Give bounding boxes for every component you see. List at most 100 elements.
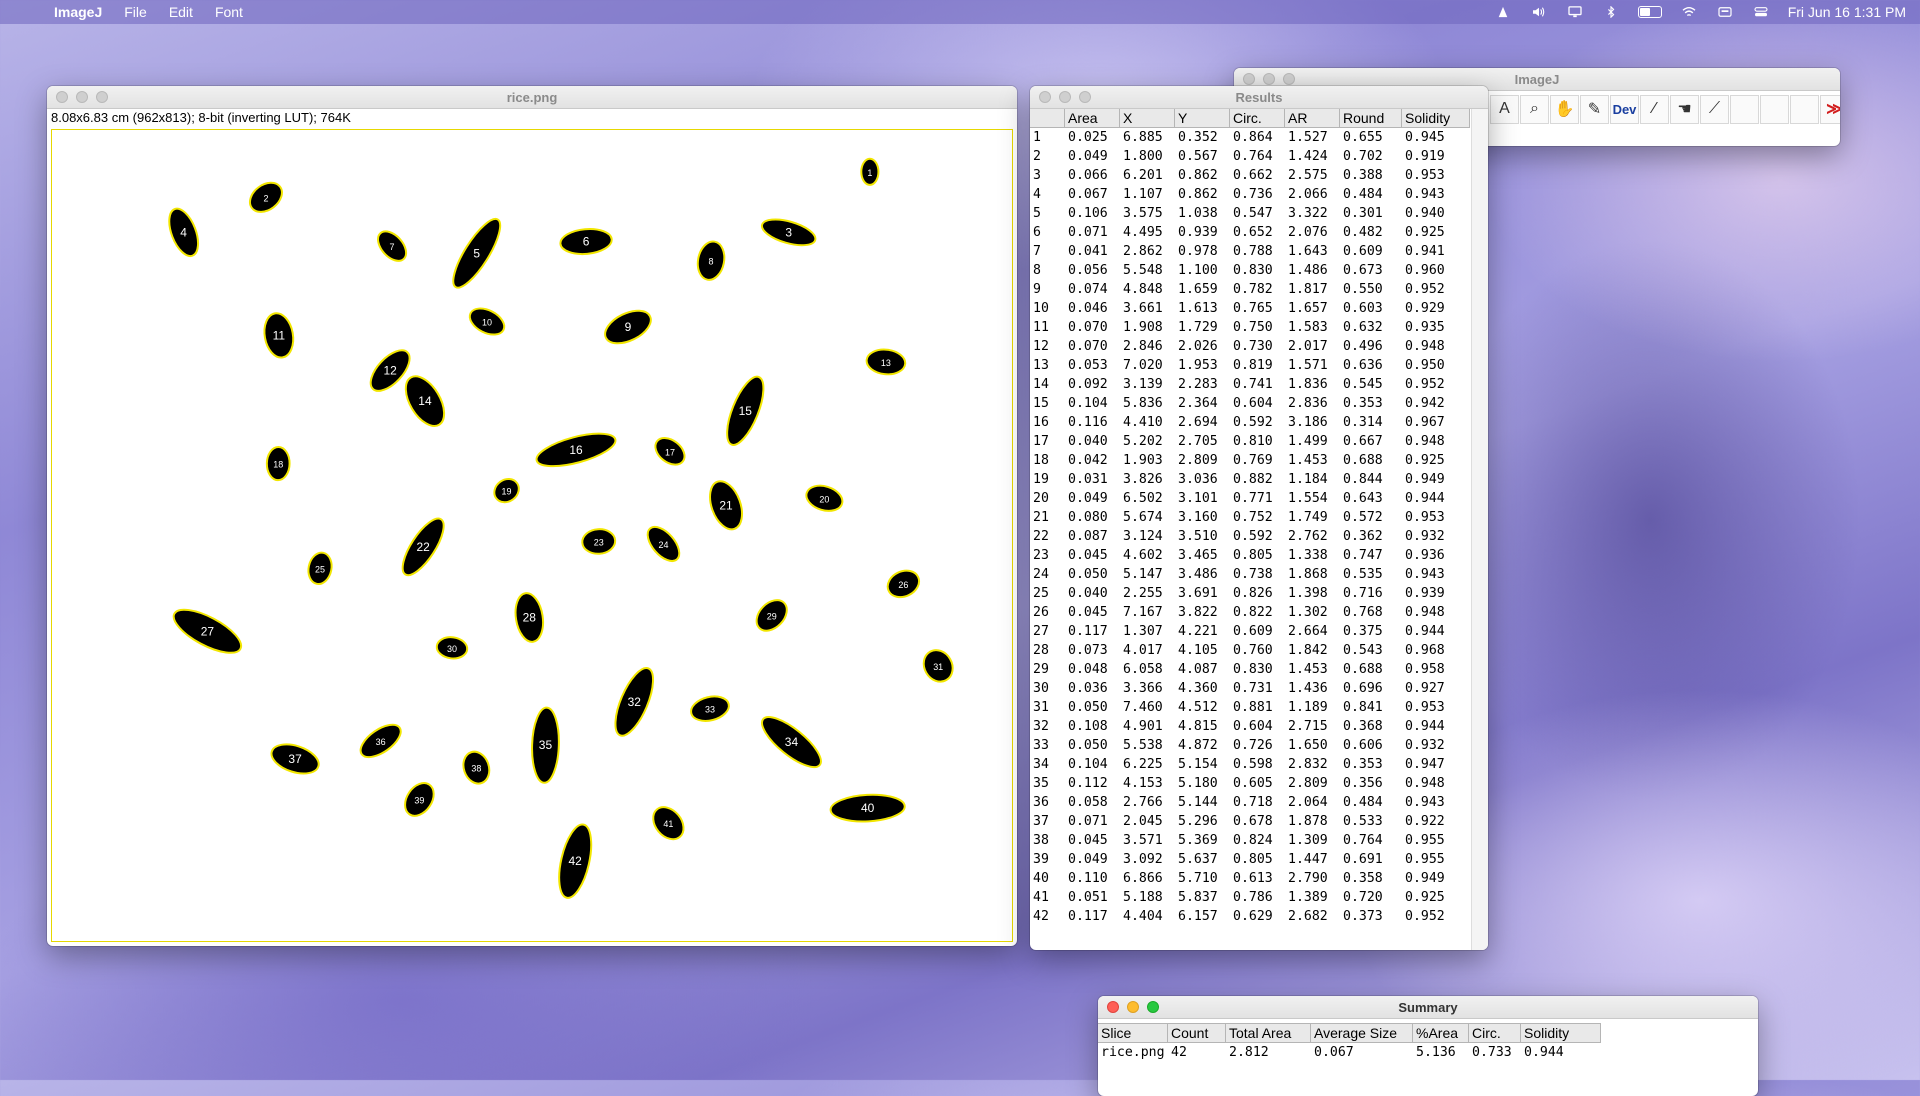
table-row[interactable]: 37 0.071 2.045 5.296 0.678 1.878 0.533 0.922 — [1030, 812, 1470, 831]
table-row[interactable]: 5 0.106 3.575 1.038 0.547 3.322 0.301 0.940 — [1030, 204, 1470, 223]
empty-slot-icon[interactable] — [1760, 94, 1789, 124]
table-cell: 0.944 — [1405, 624, 1445, 639]
table-row[interactable]: 28 0.073 4.017 4.105 0.760 1.842 0.543 0.968 — [1030, 641, 1470, 660]
table-row[interactable]: 19 0.031 3.826 3.036 0.882 1.184 0.844 0.949 — [1030, 470, 1470, 489]
table-cell: 0.932 — [1405, 738, 1445, 753]
table-row[interactable]: 3 0.066 6.201 0.862 0.662 2.575 0.388 0.953 — [1030, 166, 1470, 185]
column-header[interactable]: %Area — [1413, 1024, 1469, 1042]
table-row[interactable]: 9 0.074 4.848 1.659 0.782 1.817 0.550 0.952 — [1030, 280, 1470, 299]
table-row[interactable]: 29 0.048 6.058 4.087 0.830 1.453 0.688 0.958 — [1030, 660, 1470, 679]
column-header[interactable]: Count — [1168, 1024, 1226, 1042]
table-row[interactable]: 26 0.045 7.167 3.822 0.822 1.302 0.768 0.948 — [1030, 603, 1470, 622]
table-row[interactable]: 24 0.050 5.147 3.486 0.738 1.868 0.535 0.943 — [1030, 565, 1470, 584]
table-row[interactable]: 34 0.104 6.225 5.154 0.598 2.832 0.353 0.947 — [1030, 755, 1470, 774]
table-row[interactable]: 32 0.108 4.901 4.815 0.604 2.715 0.368 0.944 — [1030, 717, 1470, 736]
column-header[interactable]: Average Size — [1311, 1024, 1413, 1042]
table-row[interactable]: 4 0.067 1.107 0.862 0.736 2.066 0.484 0.943 — [1030, 185, 1470, 204]
display-icon[interactable] — [1566, 6, 1584, 18]
magnifier-icon[interactable]: ⌕ — [1520, 94, 1549, 124]
column-header[interactable]: Area — [1065, 109, 1120, 127]
table-row[interactable]: 14 0.092 3.139 2.283 0.741 1.836 0.545 0.952 — [1030, 375, 1470, 394]
table-row[interactable]: 16 0.116 4.410 2.694 0.592 3.186 0.314 0.967 — [1030, 413, 1470, 432]
table-cell: 0.049 — [1068, 491, 1108, 506]
color-picker-icon[interactable]: ✎ — [1580, 94, 1609, 124]
table-row[interactable]: 31 0.050 7.460 4.512 0.881 1.189 0.841 0.953 — [1030, 698, 1470, 717]
user-icon[interactable] — [1494, 6, 1512, 18]
table-row[interactable]: 12 0.070 2.846 2.026 0.730 2.017 0.496 0.948 — [1030, 337, 1470, 356]
table-row[interactable]: 25 0.040 2.255 3.691 0.826 1.398 0.716 0.939 — [1030, 584, 1470, 603]
table-row[interactable]: 40 0.110 6.866 5.710 0.613 2.790 0.358 0.949 — [1030, 869, 1470, 888]
volume-icon[interactable] — [1530, 6, 1548, 18]
table-row[interactable]: 41 0.051 5.188 5.837 0.786 1.389 0.720 0.925 — [1030, 888, 1470, 907]
menu-font[interactable]: Font — [215, 4, 243, 20]
table-row[interactable]: 22 0.087 3.124 3.510 0.592 2.762 0.362 0.932 — [1030, 527, 1470, 546]
hand-icon[interactable]: ✋ — [1550, 94, 1579, 124]
more-tools-icon[interactable]: ≫ — [1820, 94, 1840, 124]
table-row[interactable]: 7 0.041 2.862 0.978 0.788 1.643 0.609 0.941 — [1030, 242, 1470, 261]
table-row[interactable]: 42 0.117 4.404 6.157 0.629 2.682 0.373 0.952 — [1030, 907, 1470, 926]
table-row[interactable]: 2 0.049 1.800 0.567 0.764 1.424 0.702 0.919 — [1030, 147, 1470, 166]
column-header[interactable]: Total Area — [1226, 1024, 1311, 1042]
wand-icon[interactable]: ⟋ — [1700, 94, 1729, 124]
table-row[interactable]: 30 0.036 3.366 4.360 0.731 1.436 0.696 0.927 — [1030, 679, 1470, 698]
table-row[interactable]: 27 0.117 1.307 4.221 0.609 2.664 0.375 0.944 — [1030, 622, 1470, 641]
image-canvas[interactable]: 1 2 3 4 5 6 7 8 9 10 11 12 13 14 15 16 17 18 19 20 21 22 23 24 2… — [51, 129, 1013, 942]
column-header[interactable]: Slice — [1098, 1024, 1168, 1042]
column-header[interactable]: Circ. — [1230, 109, 1285, 127]
window-title: Summary — [1398, 1000, 1458, 1015]
brush-icon[interactable]: ⁄ — [1640, 94, 1669, 124]
table-row[interactable]: 1 0.025 6.885 0.352 0.864 1.527 0.655 0.945 — [1030, 128, 1470, 147]
table-cell: 4 — [1033, 187, 1041, 202]
particle-mask-image[interactable]: 12345678910111213141516 171819202122 23 242… — [52, 130, 1012, 941]
table-row[interactable]: 35 0.112 4.153 5.180 0.605 2.809 0.356 0.948 — [1030, 774, 1470, 793]
table-row[interactable]: 21 0.080 5.674 3.160 0.752 1.749 0.572 0.953 — [1030, 508, 1470, 527]
wifi-icon[interactable] — [1680, 6, 1698, 18]
menu-edit[interactable]: Edit — [169, 4, 193, 20]
summary-titlebar[interactable]: Summary — [1098, 996, 1758, 1019]
column-header[interactable]: Circ. — [1469, 1024, 1521, 1042]
column-header[interactable]: AR — [1285, 109, 1340, 127]
table-row[interactable]: 36 0.058 2.766 5.144 0.718 2.064 0.484 0.943 — [1030, 793, 1470, 812]
empty-slot-icon[interactable] — [1730, 94, 1759, 124]
table-cell: 0.824 — [1233, 833, 1273, 848]
table-row[interactable]: 11 0.070 1.908 1.729 0.750 1.583 0.632 0.935 — [1030, 318, 1470, 337]
column-header[interactable]: Solidity — [1521, 1024, 1601, 1042]
column-header[interactable]: Y — [1175, 109, 1230, 127]
summary-row[interactable]: rice.png 42 2.812 0.067 5.136 0.733 0.944 — [1098, 1043, 1601, 1062]
table-row[interactable]: 38 0.045 3.571 5.369 0.824 1.309 0.764 0.955 — [1030, 831, 1470, 850]
column-header[interactable]: X — [1120, 109, 1175, 127]
table-cell: 0.949 — [1405, 472, 1445, 487]
column-header[interactable]: Solidity — [1402, 109, 1470, 127]
table-row[interactable]: 23 0.045 4.602 3.465 0.805 1.338 0.747 0.936 — [1030, 546, 1470, 565]
table-row[interactable]: 18 0.042 1.903 2.809 0.769 1.453 0.688 0.925 — [1030, 451, 1470, 470]
column-header[interactable] — [1030, 109, 1065, 127]
table-row[interactable]: 6 0.071 4.495 0.939 0.652 2.076 0.482 0.925 — [1030, 223, 1470, 242]
text-tool-icon[interactable]: A — [1490, 94, 1519, 124]
table-row[interactable]: 20 0.049 6.502 3.101 0.771 1.554 0.643 0.944 — [1030, 489, 1470, 508]
bluetooth-icon[interactable] — [1602, 6, 1620, 18]
table-row[interactable]: 13 0.053 7.020 1.953 0.819 1.571 0.636 0.950 — [1030, 356, 1470, 375]
table-row[interactable]: 10 0.046 3.661 1.613 0.765 1.657 0.603 0.929 — [1030, 299, 1470, 318]
menu-clock[interactable]: Fri Jun 16 1:31 PM — [1788, 4, 1906, 20]
results-titlebar[interactable]: Results — [1030, 86, 1488, 109]
apple-menu-icon[interactable] — [20, 4, 34, 20]
keyboard-icon[interactable] — [1716, 6, 1734, 18]
column-header[interactable]: Round — [1340, 109, 1402, 127]
table-row[interactable]: 33 0.050 5.538 4.872 0.726 1.650 0.606 0.932 — [1030, 736, 1470, 755]
table-row[interactable]: 15 0.104 5.836 2.364 0.604 2.836 0.353 0.942 — [1030, 394, 1470, 413]
results-scrollbar[interactable] — [1471, 109, 1488, 950]
table-cell: 3.486 — [1178, 567, 1218, 582]
menu-app-name[interactable]: ImageJ — [54, 4, 102, 20]
table-row[interactable]: 8 0.056 5.548 1.100 0.830 1.486 0.673 0.960 — [1030, 261, 1470, 280]
table-row[interactable]: 39 0.049 3.092 5.637 0.805 1.447 0.691 0.955 — [1030, 850, 1470, 869]
flood-fill-icon[interactable]: ☚ — [1670, 94, 1699, 124]
battery-icon[interactable] — [1637, 6, 1662, 18]
summary-table[interactable]: Slice Count Total Area Average Size %Area Cir… — [1098, 1023, 1601, 1062]
empty-slot-icon[interactable] — [1790, 94, 1819, 124]
results-table[interactable]: Area X Y Circ. AR Round Solidity 1 0.025 6.885 0.… — [1030, 109, 1470, 926]
developer-menu-icon[interactable]: Dev — [1610, 94, 1639, 124]
image-titlebar[interactable]: rice.png — [47, 86, 1017, 109]
menu-file[interactable]: File — [124, 4, 147, 20]
control-center-icon[interactable] — [1752, 6, 1770, 18]
table-row[interactable]: 17 0.040 5.202 2.705 0.810 1.499 0.667 0.948 — [1030, 432, 1470, 451]
